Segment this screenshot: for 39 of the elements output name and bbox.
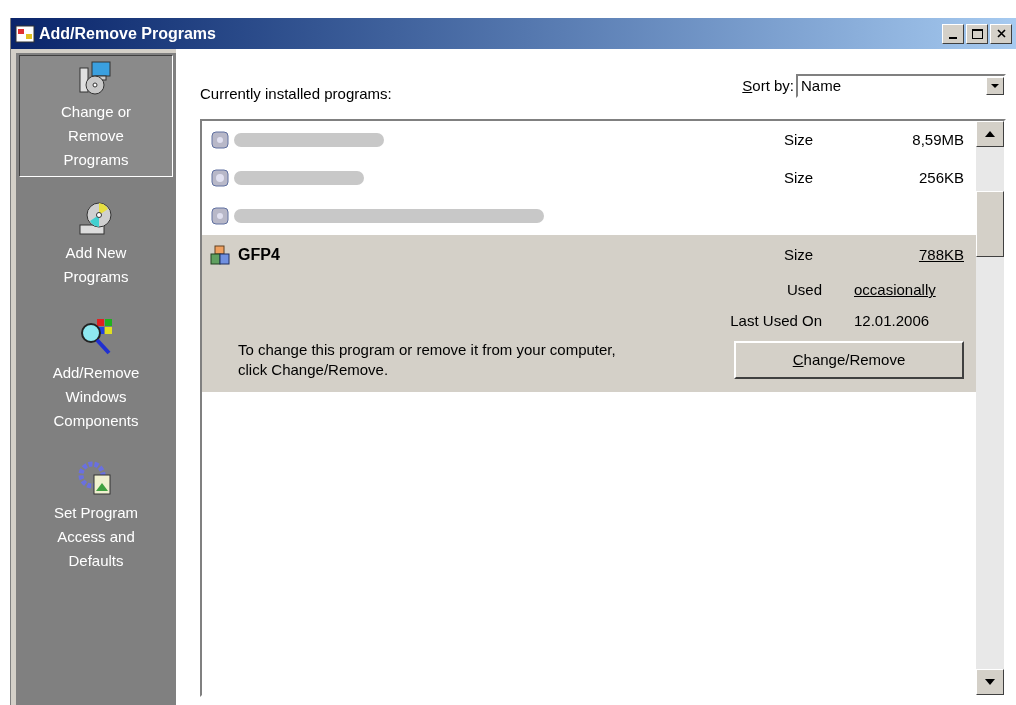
scroll-thumb[interactable] (976, 191, 1004, 257)
program-name: GFP4 (238, 245, 280, 265)
size-label: Size (784, 167, 815, 188)
size-link[interactable]: 788KB (914, 243, 964, 267)
minimize-icon (949, 36, 957, 39)
used-link[interactable]: occasionally (854, 279, 964, 302)
used-label: Used (786, 280, 822, 300)
sort-dropdown[interactable]: Name (796, 74, 1006, 98)
scroll-down-icon[interactable] (976, 669, 1004, 695)
sidebar-item[interactable]: Add New Programs (16, 197, 176, 293)
gear-box-icon (78, 461, 114, 497)
cd-drive-icon (78, 201, 114, 237)
close-icon (996, 29, 1006, 38)
sidebar-item[interactable]: Add/Remove Windows Components (16, 313, 176, 437)
size-label: Size (784, 244, 815, 265)
size-label: Size (784, 129, 815, 150)
size-value: 256KB (917, 167, 964, 188)
window-title: Add/Remove Programs (39, 23, 216, 44)
maximize-button[interactable] (966, 23, 988, 44)
change-remove-hint: To change this program or remove it from your computer, click Change/Remove. (238, 340, 617, 380)
program-icon (210, 130, 230, 150)
installed-programs-heading: Currently installed programs: (200, 83, 392, 104)
minimize-button[interactable] (942, 23, 964, 44)
sort-by-label: Sort by: (742, 75, 794, 96)
app-icon (15, 24, 35, 43)
close-button[interactable] (990, 23, 1012, 44)
package-icon (210, 245, 230, 265)
change-remove-button[interactable]: Change/Remove (734, 341, 964, 379)
maximize-icon (971, 28, 983, 39)
last-used-value: 12.01.2006 (854, 310, 931, 331)
scroll-up-icon[interactable] (976, 121, 1004, 147)
size-value: 8,59MB (911, 129, 964, 150)
last-used-label: Last Used On (730, 310, 822, 331)
program-icon (210, 168, 230, 188)
program-icon (210, 206, 230, 226)
program-row[interactable]: GFP4 Size 788KB Used occasionally Last Used On 12.01.2006 To change this program or remove it from your computer, click Change/Remove. Change/Remove (202, 235, 976, 392)
computer-cd-icon (78, 60, 114, 96)
sidebar-item[interactable]: Set Program Access and Defaults (16, 457, 176, 577)
scrollbar[interactable] (976, 121, 1004, 695)
